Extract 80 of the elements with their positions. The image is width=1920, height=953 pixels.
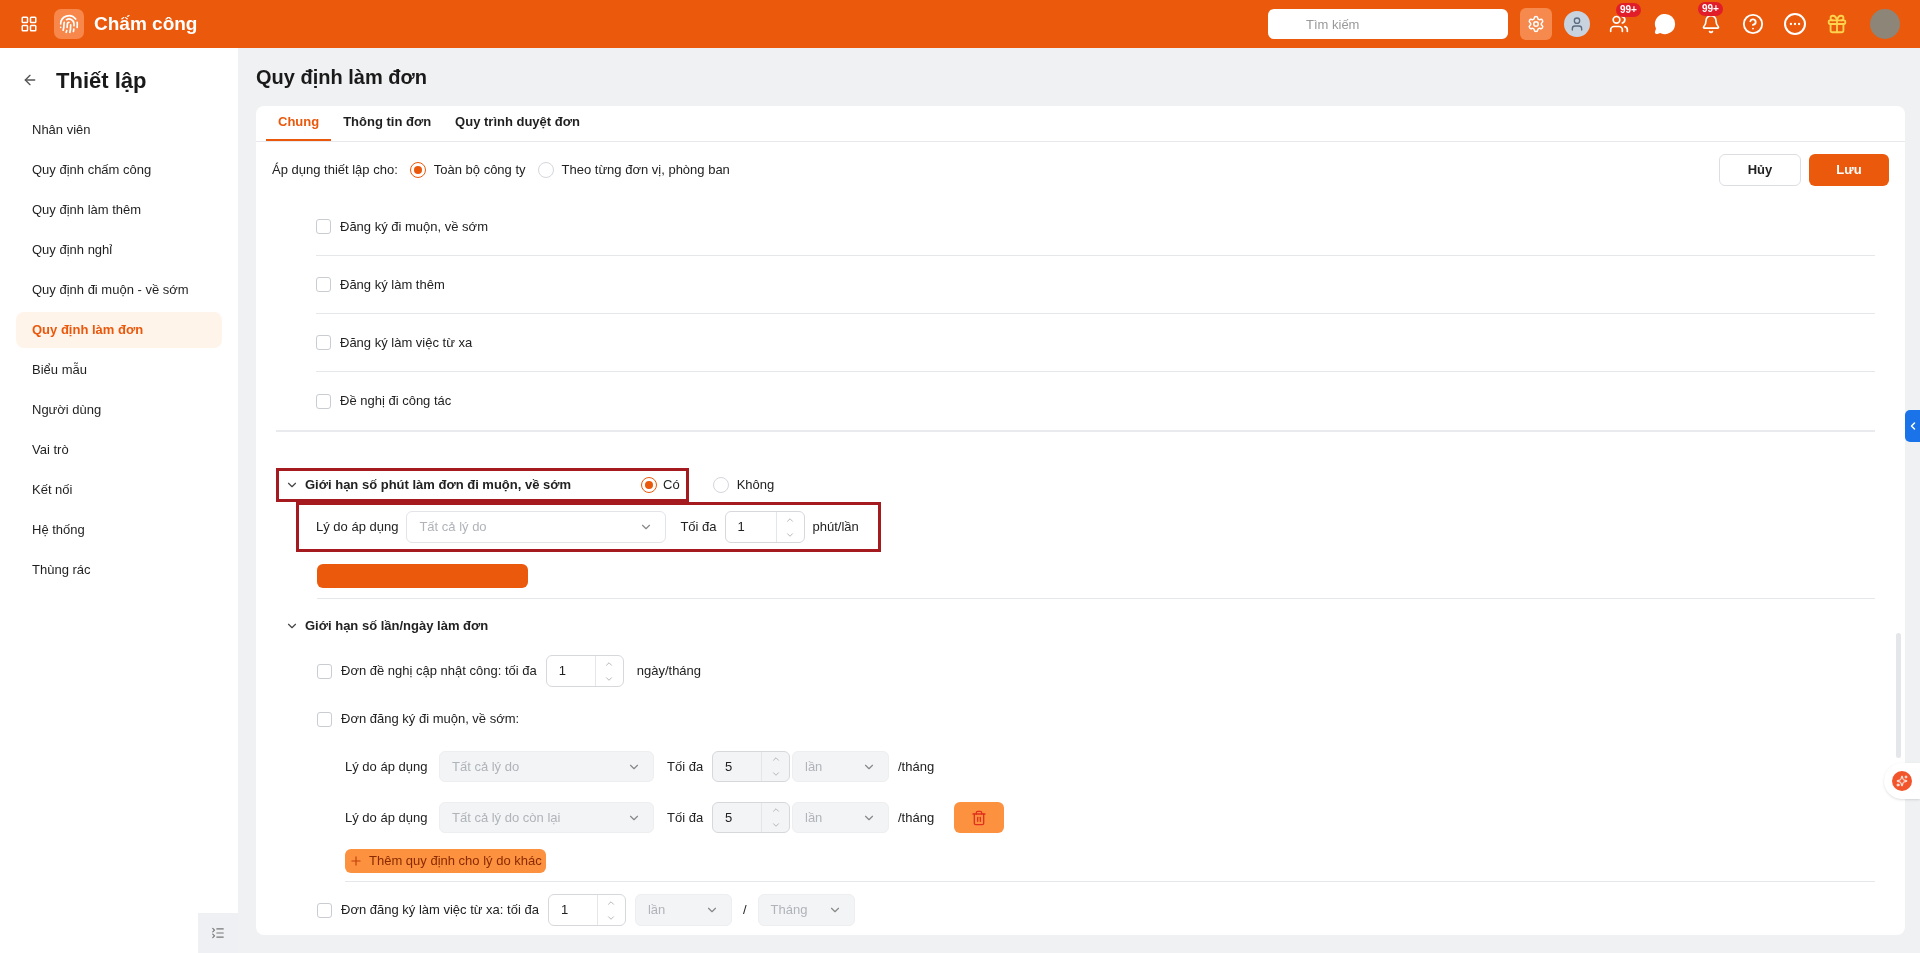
field-label: Tối đa: [667, 757, 705, 776]
tab[interactable]: Quy trình duyệt đơn: [443, 105, 592, 141]
settings-icon: [1527, 15, 1545, 33]
sidebar-item[interactable]: Vai trò: [16, 432, 222, 468]
checkbox[interactable]: [316, 393, 331, 409]
field-label: Tối đa: [667, 808, 705, 827]
bell-icon[interactable]: [1701, 14, 1721, 34]
help-icon[interactable]: [1742, 13, 1764, 35]
gift-icon[interactable]: [1826, 13, 1848, 35]
number-field[interactable]: 1: [724, 511, 805, 543]
sidebar-item[interactable]: Quy định chấm công: [16, 152, 222, 188]
cancel-button[interactable]: Hủy: [1719, 154, 1801, 186]
sidebar-item[interactable]: Quy định đi muộn - về sớm: [16, 272, 222, 308]
collapse-icon: [211, 926, 225, 940]
radio-label: Không: [736, 476, 775, 495]
section-title: Giới hạn số lần/ngày làm đơn: [305, 617, 489, 636]
field-label: Lý do áp dụng: [316, 518, 399, 537]
sidebar-item[interactable]: Thùng rác: [16, 552, 222, 588]
sidebar-item[interactable]: Biểu mẫu: [16, 352, 222, 388]
number-field[interactable]: 1: [547, 894, 626, 926]
unit-label: phút/lần: [812, 518, 859, 537]
sidebar-item[interactable]: Hệ thống: [16, 512, 222, 548]
checkbox-label: Đơn đăng ký đi muộn, về sớm:: [341, 710, 520, 729]
checkbox-label: Đơn đăng ký làm việc từ xa: tối đa: [341, 901, 539, 920]
sidebar-item[interactable]: Nhân viên: [16, 112, 222, 148]
tab[interactable]: Chung: [266, 105, 332, 141]
apply-label: Áp dụng thiết lập cho:: [272, 161, 398, 180]
plus-icon: [349, 854, 363, 868]
radio-label: Có: [663, 476, 680, 495]
checkbox[interactable]: [317, 663, 332, 679]
delete-button[interactable]: [954, 802, 1004, 833]
field-label: Lý do áp dụng: [345, 808, 429, 827]
save-button[interactable]: Lưu: [1809, 154, 1889, 186]
chat-icon[interactable]: [1654, 13, 1676, 35]
settings-button[interactable]: [1520, 8, 1552, 40]
checkbox-label: Đăng ký làm thêm: [340, 275, 445, 294]
checkbox[interactable]: [317, 711, 332, 727]
sidebar-item[interactable]: Quy định làm thêm: [16, 192, 222, 228]
checkbox-label: Đăng ký làm việc từ xa: [340, 333, 473, 352]
side-panel-toggle[interactable]: [1905, 410, 1920, 442]
unit-label: /tháng: [898, 808, 936, 827]
number-field[interactable]: 5: [712, 802, 790, 833]
notification-badge: 99+: [1616, 3, 1641, 17]
field-label: Lý do áp dụng: [345, 757, 429, 776]
unit-label: /tháng: [898, 757, 936, 776]
radio-label: Theo từng đơn vị, phòng ban: [561, 161, 730, 180]
page-title: Quy định làm đơn: [256, 65, 427, 90]
checkbox-label: Đơn đề nghị cập nhật công: tối đa: [341, 662, 537, 681]
notification-badge: 99+: [1698, 2, 1723, 16]
sidebar-title: Thiết lập: [56, 66, 147, 95]
checkbox[interactable]: [316, 277, 331, 292]
person-icon: [1569, 16, 1585, 32]
unit-label: ngày/tháng: [636, 662, 702, 681]
trash-icon: [971, 809, 987, 826]
field-label: Tối đa: [680, 518, 717, 537]
sparkle-icon: [1892, 771, 1912, 791]
checkbox[interactable]: [316, 219, 331, 234]
number-field[interactable]: 1: [545, 655, 624, 687]
add-rule-button[interactable]: Thêm quy định cho lý do khác: [345, 849, 546, 873]
sidebar-item[interactable]: Kết nối: [16, 472, 222, 508]
section-title: Giới hạn số phút làm đơn đi muộn, về sớm: [305, 476, 573, 495]
search-field[interactable]: Tìm kiếm: [1268, 9, 1508, 39]
app-grid-icon[interactable]: [20, 15, 38, 33]
radio-label: Toàn bộ công ty: [433, 161, 526, 180]
assistant-button[interactable]: [1884, 763, 1920, 799]
more-button[interactable]: [1784, 13, 1806, 35]
tab[interactable]: Thông tin đơn: [331, 105, 444, 141]
checkbox[interactable]: [317, 902, 332, 918]
users-icon[interactable]: [1609, 14, 1629, 34]
collapse-sidebar-button[interactable]: [198, 913, 238, 953]
checkbox[interactable]: [316, 335, 331, 350]
sidebar-item[interactable]: Người dùng: [16, 392, 222, 428]
checkbox-label: Đăng ký đi muộn, về sớm: [340, 217, 488, 236]
sidebar-item[interactable]: Quy định nghỉ: [16, 232, 222, 268]
app-title: Chấm công: [94, 11, 198, 36]
avatar[interactable]: [1564, 11, 1590, 37]
number-field[interactable]: 5: [712, 751, 790, 782]
separator-label: /: [742, 901, 747, 920]
checkbox-label: Đề nghị đi công tác: [340, 392, 452, 411]
user-avatar[interactable]: [1870, 9, 1900, 39]
